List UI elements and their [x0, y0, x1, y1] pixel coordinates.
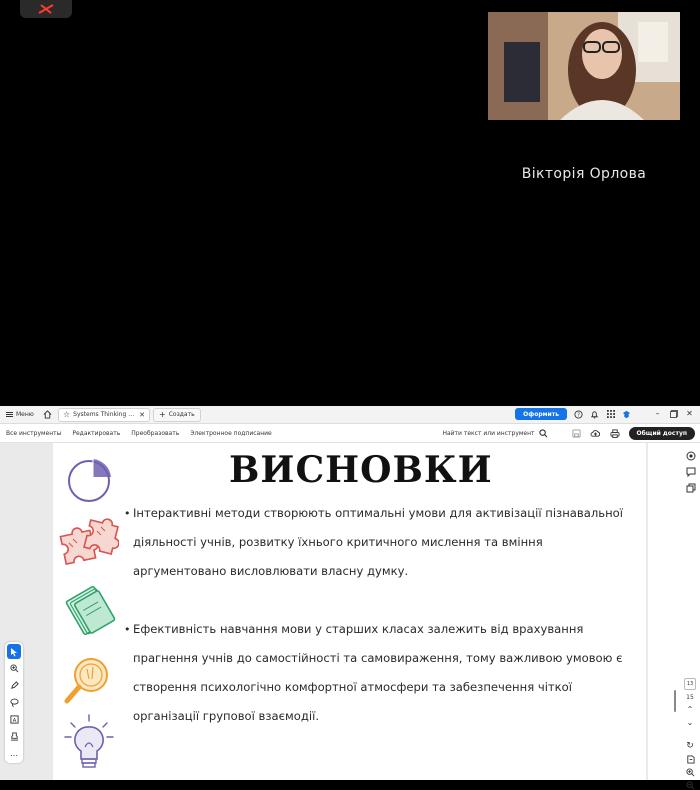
toolbar-right: Найти текст или инструмент Общий доступ — [442, 427, 695, 440]
stamp-tool[interactable] — [7, 729, 21, 744]
star-icon[interactable]: ☆ — [63, 410, 70, 419]
cursor-icon — [11, 647, 17, 656]
notebook-icon — [65, 585, 116, 636]
mic-off-icon — [38, 4, 54, 14]
participant-name: Вікторія Орлова — [521, 166, 647, 182]
bell-icon[interactable] — [590, 410, 599, 419]
save-page-icon[interactable] — [686, 755, 695, 764]
bullet-2-text: Ефективність навчання мови у старших кла… — [133, 622, 623, 723]
vertical-scrollbar[interactable] — [674, 690, 676, 712]
svg-text:?: ? — [577, 412, 580, 418]
menu-button[interactable]: Меню — [0, 411, 36, 418]
bullet-1-text: Інтерактивні методи створюють оптимальні… — [133, 506, 623, 578]
current-page-field[interactable]: 13 — [684, 678, 696, 690]
menu-label: Меню — [16, 411, 34, 418]
total-pages: 15 — [686, 694, 694, 701]
plus-icon: + — [159, 410, 166, 419]
share-button[interactable]: Общий доступ — [628, 427, 695, 440]
right-side-panel: 13 15 ⌃ ⌄ ↻ — [648, 443, 700, 790]
bullet-dot: • — [124, 507, 131, 520]
magnifier-icon — [64, 658, 108, 704]
close-tab-icon[interactable]: ✕ — [139, 411, 145, 419]
minimize-icon[interactable]: – — [653, 410, 662, 419]
zoom-out-icon[interactable] — [685, 781, 695, 790]
right-panel-icons — [686, 451, 696, 493]
select-tool[interactable] — [7, 644, 21, 659]
bullet-1: • Інтерактивні методи створюють оптималь… — [124, 499, 623, 586]
all-tools-button[interactable]: Все инструменты — [6, 430, 61, 437]
search-placeholder: Найти текст или инструмент — [442, 430, 535, 437]
muted-mic-indicator[interactable] — [20, 0, 72, 18]
copy-pages-icon[interactable] — [686, 483, 696, 493]
stamp-icon — [10, 732, 18, 741]
zoom-in-icon[interactable] — [685, 768, 695, 777]
text-box-icon: A — [9, 715, 19, 724]
maximize-icon[interactable] — [669, 410, 678, 419]
comment-icon[interactable] — [686, 467, 696, 477]
print-icon[interactable] — [610, 429, 620, 438]
new-tab-label: Создать — [168, 411, 195, 418]
hamburger-icon — [6, 412, 13, 417]
draw-tool[interactable] — [7, 678, 21, 693]
lightbulb-icon — [64, 714, 114, 768]
save-disabled-icon[interactable] — [571, 429, 581, 438]
help-icon[interactable]: ? — [574, 409, 583, 419]
slide-title: ВИСНОВКИ — [229, 449, 493, 491]
learning-icon[interactable] — [622, 410, 631, 419]
cloud-upload-icon[interactable] — [590, 429, 601, 438]
pen-icon — [10, 681, 19, 689]
title-bar-controls: Оформить ? – ✕ — [515, 408, 694, 420]
convert-button[interactable]: Преобразовать — [131, 430, 179, 437]
text-tool[interactable]: A — [7, 712, 21, 727]
search-icon — [538, 429, 547, 438]
lasso-tool[interactable] — [7, 695, 21, 710]
zoom-in-icon — [9, 664, 18, 673]
page-up-icon[interactable]: ⌃ — [687, 705, 694, 714]
main-toolbar: Все инструменты Редактировать Преобразов… — [0, 424, 700, 443]
rotate-icon[interactable]: ↻ — [686, 741, 694, 751]
close-window-icon[interactable]: ✕ — [685, 410, 694, 419]
home-icon — [43, 410, 51, 419]
document-tab[interactable]: ☆ Systems Thinking Edu... ✕ — [58, 407, 150, 422]
tab-bar: Меню ☆ Systems Thinking Edu... ✕ + Созда… — [0, 406, 700, 424]
page-navigation: 13 15 ⌃ ⌄ ↻ — [684, 678, 696, 790]
esign-button[interactable]: Электронное подписание — [190, 430, 271, 437]
subscribe-button[interactable]: Оформить — [515, 408, 567, 420]
more-icon: … — [10, 749, 18, 758]
edit-button[interactable]: Редактировать — [72, 430, 120, 437]
left-quick-tools: A … — [5, 642, 23, 763]
new-tab-button[interactable]: + Создать — [153, 407, 201, 422]
bullet-2: • Ефективність навчання мови у старших к… — [124, 615, 623, 731]
more-tools[interactable]: … — [7, 746, 21, 761]
search-field[interactable]: Найти текст или инструмент — [442, 429, 547, 438]
svg-text:A: A — [12, 718, 16, 724]
zoom-tool[interactable] — [7, 661, 21, 676]
pdf-page[interactable]: ВИСНОВКИ • Інтерактивні методи створюють… — [53, 443, 646, 780]
ai-assistant-icon[interactable] — [686, 451, 696, 461]
participant-video[interactable] — [488, 12, 680, 120]
page-down-icon[interactable]: ⌄ — [687, 718, 694, 727]
puzzle-icon — [59, 518, 119, 565]
pie-chart-icon — [68, 459, 111, 502]
participant-video-frame — [488, 12, 680, 120]
lasso-icon — [9, 698, 19, 707]
home-button[interactable] — [40, 410, 54, 419]
apps-grid-icon[interactable] — [606, 410, 615, 419]
document-tab-title: Systems Thinking Edu... — [73, 411, 136, 418]
bullet-dot: • — [124, 623, 131, 636]
